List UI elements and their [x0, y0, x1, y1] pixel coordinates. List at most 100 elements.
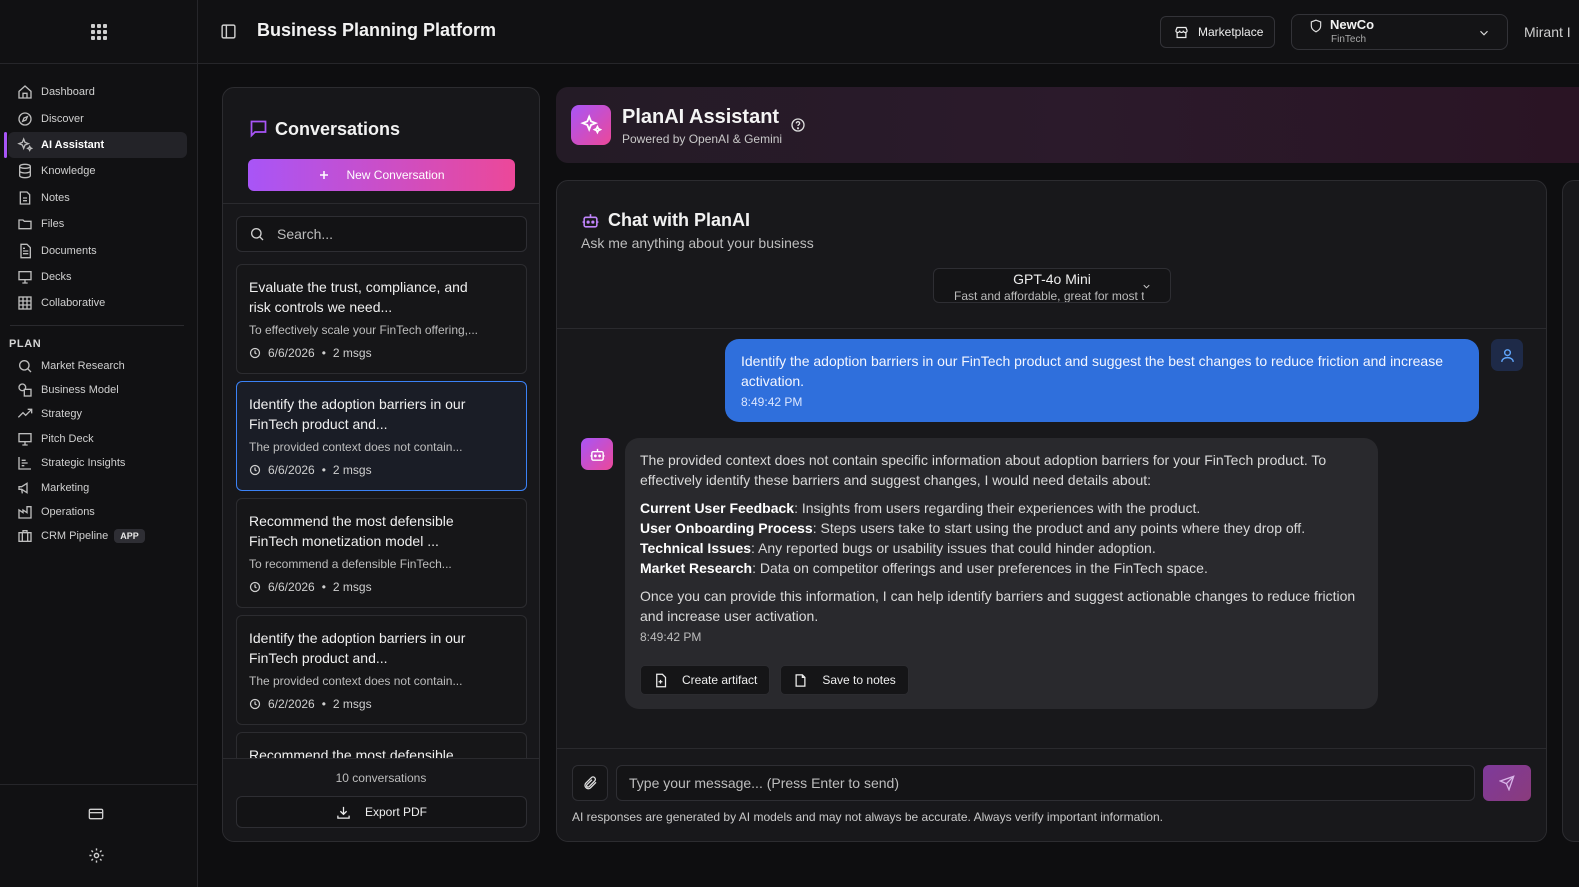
- send-button[interactable]: [1483, 765, 1531, 801]
- billing-card-icon[interactable]: [88, 806, 104, 822]
- download-icon: [337, 806, 350, 819]
- apps-grid-icon[interactable]: [90, 23, 107, 40]
- marketplace-button[interactable]: Marketplace: [1160, 16, 1275, 48]
- assistant-banner: PlanAI Assistant Powered by OpenAI & Gem…: [556, 87, 1579, 163]
- conversations-panel: Conversations New Conversation Evaluate …: [222, 87, 540, 842]
- sidebar-item-pitch-deck[interactable]: Pitch Deck: [8, 427, 187, 451]
- model-selector[interactable]: GPT-4o Mini Fast and affordable, great f…: [933, 268, 1171, 303]
- separator-dot: •: [321, 697, 326, 711]
- marketplace-label: Marketplace: [1198, 25, 1264, 39]
- organization-selector[interactable]: NewCo FinTech: [1291, 14, 1508, 50]
- clock-icon: [249, 347, 261, 359]
- save-to-notes-button[interactable]: Save to notes: [780, 665, 909, 695]
- chat-subtitle: Ask me anything about your business: [581, 235, 814, 251]
- conversation-meta: 6/6/2026 • 2 msgs: [249, 346, 514, 360]
- user-message: Identify the adoption barriers in our Fi…: [725, 339, 1479, 422]
- message-list: Identify the adoption barriers in our Fi…: [557, 329, 1546, 749]
- conversation-meta: 6/6/2026 • 2 msgs: [249, 463, 514, 477]
- document-icon: [20, 243, 31, 258]
- sidebar-item-crm-pipeline[interactable]: CRM Pipeline APP: [8, 524, 187, 548]
- sidebar-item-operations[interactable]: Operations: [8, 500, 187, 524]
- assistant-outro: Once you can provide this information, I…: [640, 588, 1356, 624]
- new-conversation-button[interactable]: New Conversation: [248, 159, 515, 191]
- sidebar-item-label: Strategy: [41, 408, 82, 421]
- conversation-item[interactable]: Recommend the most defensible FinTech mo…: [236, 498, 527, 608]
- conversation-search: [236, 216, 527, 252]
- grid-icon: [18, 296, 32, 310]
- settings-gear-icon[interactable]: [88, 847, 105, 864]
- create-artifact-button[interactable]: Create artifact: [640, 665, 771, 695]
- bot-avatar: [581, 438, 613, 470]
- message-input[interactable]: [616, 765, 1475, 801]
- trending-icon: [17, 409, 33, 419]
- assistant-point: Technical Issues: Any reported bugs or u…: [640, 540, 1156, 556]
- conversation-date: 6/6/2026: [268, 463, 315, 477]
- sidebar-item-discover[interactable]: Discover: [8, 105, 187, 131]
- assistant-message-time: 8:49:42 PM: [640, 630, 702, 644]
- sidebar-item-collaborative[interactable]: Collaborative: [8, 290, 187, 316]
- sidebar-item-label: AI Assistant: [41, 138, 105, 151]
- conversation-list: Evaluate the trust, compliance, and risk…: [236, 264, 527, 760]
- conversation-item[interactable]: Recommend the most defensible: [236, 732, 527, 760]
- assistant-subtitle: Powered by OpenAI & Gemini: [622, 132, 783, 146]
- factory-icon: [18, 506, 32, 519]
- sidebar-item-decks[interactable]: Decks: [8, 264, 187, 290]
- conversation-item[interactable]: Identify the adoption barriers in our Fi…: [236, 615, 527, 725]
- conversation-date: 6/6/2026: [268, 346, 315, 360]
- sidebar-toggle-icon[interactable]: [220, 23, 237, 40]
- conversation-meta: 6/2/2026 • 2 msgs: [249, 697, 514, 711]
- message-square-icon: [248, 118, 269, 139]
- separator-dot: •: [321, 463, 326, 477]
- conversation-title: Recommend the most defensible FinTech mo…: [249, 513, 454, 549]
- sidebar-item-label: CRM Pipeline: [41, 530, 109, 543]
- chevron-down-icon: [1141, 281, 1152, 292]
- app-badge: APP: [114, 529, 145, 544]
- presentation-icon: [18, 270, 32, 284]
- note-icon: [795, 673, 806, 687]
- chevron-down-icon: [1477, 26, 1491, 40]
- file-plus-icon: [656, 673, 667, 687]
- sidebar-item-files[interactable]: Files: [8, 211, 187, 237]
- message-actions: Create artifact Save to notes: [640, 665, 919, 695]
- user-menu[interactable]: Mirant I: [1524, 24, 1571, 40]
- conversation-item-selected[interactable]: Identify the adoption barriers in our Fi…: [236, 381, 527, 491]
- conversation-msg-count: 2 msgs: [332, 580, 372, 594]
- sidebar-item-dashboard[interactable]: Dashboard: [8, 79, 187, 105]
- sidebar-footer: [0, 784, 197, 887]
- sidebar-item-knowledge[interactable]: Knowledge: [8, 158, 187, 184]
- attach-button[interactable]: [572, 765, 608, 801]
- assistant-intro: The provided context does not contain sp…: [640, 452, 1327, 488]
- assistant-points: Current User Feedback: Insights from use…: [640, 498, 1363, 578]
- sidebar-item-documents[interactable]: Documents: [8, 237, 187, 263]
- user-icon: [1500, 348, 1514, 362]
- sidebar-item-strategic-insights[interactable]: Strategic Insights: [8, 451, 187, 475]
- sidebar-item-notes[interactable]: Notes: [8, 185, 187, 211]
- sidebar-item-ai-assistant[interactable]: AI Assistant: [4, 131, 187, 159]
- sidebar-item-strategy[interactable]: Strategy: [8, 402, 187, 426]
- sidebar-item-label: Files: [41, 218, 65, 231]
- conversation-item[interactable]: Evaluate the trust, compliance, and risk…: [236, 264, 527, 374]
- sidebar-item-label: Documents: [41, 244, 97, 257]
- briefcase-icon: [18, 530, 32, 543]
- export-pdf-button[interactable]: Export PDF: [236, 796, 527, 828]
- search-input[interactable]: [277, 226, 497, 242]
- chat-composer: AI responses are generated by AI models …: [557, 748, 1546, 841]
- sidebar-header: [0, 0, 197, 64]
- sidebar-item-business-model[interactable]: Business Model: [8, 378, 187, 402]
- sidebar-item-label: Strategic Insights: [41, 457, 126, 470]
- org-name: NewCo: [1330, 17, 1375, 32]
- help-circle-icon[interactable]: [790, 117, 806, 133]
- conversations-title: Conversations: [275, 119, 401, 139]
- sidebar-item-market-research[interactable]: Market Research: [8, 354, 187, 378]
- chat-panel: Chat with PlanAI Ask me anything about y…: [556, 180, 1547, 842]
- assistant-point: Current User Feedback: Insights from use…: [640, 500, 1201, 516]
- plus-icon: [318, 169, 330, 181]
- sidebar-item-label: Discover: [41, 112, 84, 125]
- conversation-count: 10 conversations: [335, 771, 427, 785]
- conversation-date: 6/2/2026: [268, 697, 315, 711]
- user-avatar: [1491, 339, 1523, 371]
- sidebar-item-marketing[interactable]: Marketing: [8, 475, 187, 499]
- bot-icon: [589, 448, 605, 461]
- search-icon: [19, 359, 32, 373]
- page-title: Business Planning Platform: [257, 20, 497, 40]
